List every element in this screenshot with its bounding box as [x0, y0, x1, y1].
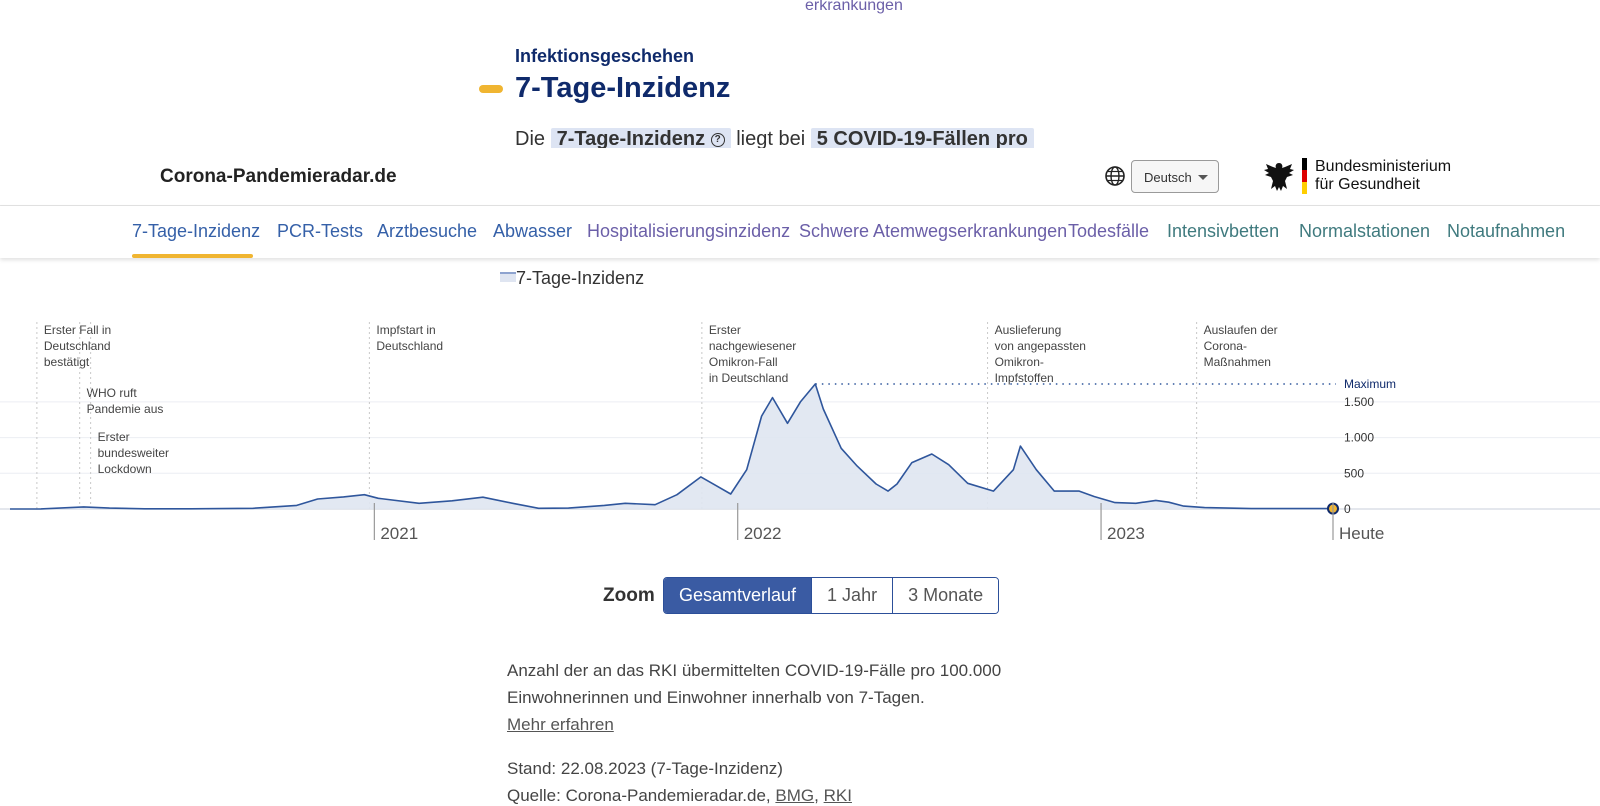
zoom-option-gesamtverlauf[interactable]: Gesamtverlauf	[664, 578, 813, 613]
chart-description: Anzahl der an das RKI übermittelten COVI…	[507, 657, 1007, 738]
data-status: Stand: 22.08.2023 (7-Tage-Inzidenz)	[507, 759, 783, 778]
incidence-area	[10, 384, 1333, 509]
source-link-rki[interactable]: RKI	[824, 786, 852, 805]
tab-abwasser[interactable]: Abwasser	[493, 221, 572, 242]
annotation-text: Omikron-	[995, 355, 1044, 369]
scrolled-tab-label: erkrankungen	[805, 0, 903, 14]
y-tick-label: 1.000	[1344, 431, 1374, 445]
intro-term-label: 7-Tage-Inzidenz	[556, 128, 706, 150]
section-accent-dash	[479, 85, 503, 93]
annotation-text: Corona-	[1204, 339, 1247, 353]
tab-schwere-atemwegserkrankungen[interactable]: Schwere Atemwegserkrankungen	[799, 221, 1067, 242]
data-meta: Stand: 22.08.2023 (7-Tage-Inzidenz) Quel…	[507, 755, 852, 806]
intro-middle: liegt bei	[736, 128, 806, 150]
tab-normalstationen[interactable]: Normalstationen	[1299, 221, 1430, 242]
globe-icon	[1105, 166, 1125, 186]
intro-prefix: Die	[515, 128, 546, 150]
data-source: Quelle: Corona-Pandemieradar.de, BMG, RK…	[507, 782, 852, 806]
source-link-bmg[interactable]: BMG	[775, 786, 814, 805]
help-icon[interactable]: ?	[710, 132, 725, 147]
x-tick-label: Heute	[1339, 524, 1384, 543]
maximum-label: Maximum	[1344, 377, 1396, 391]
active-tab-indicator	[132, 254, 253, 258]
annotation-text: Pandemie aus	[87, 402, 164, 416]
annotation-text: Deutschland	[376, 339, 443, 353]
ministry-line-2: für Gesundheit	[1315, 176, 1420, 193]
x-tick-label: 2022	[744, 524, 782, 543]
annotation-text: Lockdown	[98, 462, 152, 476]
federal-eagle-logo	[1264, 163, 1294, 191]
tab-7-tage-inzidenz[interactable]: 7-Tage-Inzidenz	[132, 221, 260, 242]
intro-sentence: Die 7-Tage-Inzidenz ? liegt bei 5 COVID-…	[515, 128, 1034, 150]
x-tick-label: 2023	[1107, 524, 1145, 543]
section-title: 7-Tage-Inzidenz	[515, 72, 731, 104]
legend-swatch	[500, 272, 516, 282]
german-flag-stripe	[1302, 158, 1307, 194]
y-tick-label: 1.500	[1344, 395, 1374, 409]
annotation-text: Impfstoffen	[995, 371, 1054, 385]
source-prefix: Quelle: Corona-Pandemieradar.de,	[507, 786, 771, 805]
annotation-text: Erster Fall in	[44, 323, 111, 337]
brand-name[interactable]: Corona-Pandemieradar.de	[160, 166, 397, 188]
ministry-logo[interactable]: Bundesministerium für Gesundheit	[1262, 156, 1452, 198]
language-selected: Deutsch	[1144, 170, 1192, 185]
annotation-text: bestätigt	[44, 355, 90, 369]
zoom-label: Zoom	[603, 585, 655, 606]
annotation-text: Erster	[709, 323, 741, 337]
annotation-text: Auslaufen der	[1204, 323, 1278, 337]
learn-more-link[interactable]: Mehr erfahren	[507, 715, 614, 734]
zoom-option-3-monate[interactable]: 3 Monate	[893, 578, 999, 613]
annotation-text: Auslieferung	[995, 323, 1062, 337]
annotation-text: Maßnahmen	[1204, 355, 1271, 369]
tab-arztbesuche[interactable]: Arztbesuche	[377, 221, 477, 242]
y-tick-label: 500	[1344, 466, 1364, 480]
annotation-text: in Deutschland	[709, 371, 788, 385]
zoom-option-1-jahr[interactable]: 1 Jahr	[812, 578, 894, 613]
tab-pcr-tests[interactable]: PCR-Tests	[277, 221, 363, 242]
x-tick-label: 2021	[380, 524, 418, 543]
section-kicker: Infektionsgeschehen	[515, 46, 695, 66]
ministry-name: Bundesministerium für Gesundheit	[1315, 158, 1451, 194]
incidence-line	[9, 383, 1333, 510]
annotation-text: Impfstart in	[376, 323, 435, 337]
chevron-down-icon	[1198, 175, 1208, 180]
y-tick-label: 0	[1344, 502, 1351, 516]
page: erkrankungen Infektionsgeschehen 7-Tage-…	[0, 0, 1600, 806]
incidence-chart[interactable]: 0 500 1.000 1.500 Maximum Erster Fall in Deuts…	[0, 300, 1600, 555]
annotation-text: bundesweiter	[98, 446, 169, 460]
zoom-button-group: Gesamtverlauf 1 Jahr 3 Monate	[663, 577, 1000, 614]
language-select[interactable]: Deutsch	[1131, 160, 1219, 193]
annotation-text: von angepassten	[995, 339, 1086, 353]
tab-notaufnahmen[interactable]: Notaufnahmen	[1447, 221, 1565, 242]
legend-label: 7-Tage-Inzidenz	[516, 268, 645, 288]
tab-todesfaelle[interactable]: Todesfälle	[1068, 221, 1149, 242]
source-separator: ,	[814, 786, 819, 805]
ministry-line-1: Bundesministerium	[1315, 158, 1452, 175]
site-header: Corona-Pandemieradar.de Deutsch Bundesmi…	[0, 148, 1600, 206]
tab-intensivbetten[interactable]: Intensivbetten	[1167, 221, 1279, 242]
description-text: Anzahl der an das RKI übermittelten COVI…	[507, 661, 1002, 707]
annotation-text: nachgewiesener	[709, 339, 796, 353]
annotation-text: WHO ruft	[87, 386, 138, 400]
chart-legend: 7-Tage-Inzidenz	[500, 268, 645, 289]
annotation-text: Omikron-Fall	[709, 355, 778, 369]
intro-term[interactable]: 7-Tage-Inzidenz ?	[550, 128, 731, 150]
tab-hospitalisierungsinzidenz[interactable]: Hospitalisierungsinzidenz	[587, 221, 790, 242]
annotation-text: Deutschland	[44, 339, 111, 353]
indicator-tabs: 7-Tage-Inzidenz PCR-Tests Arztbesuche Ab…	[0, 206, 1600, 258]
annotation-text: Erster	[98, 430, 130, 444]
intro-value: 5 COVID-19-Fällen pro	[810, 128, 1034, 150]
